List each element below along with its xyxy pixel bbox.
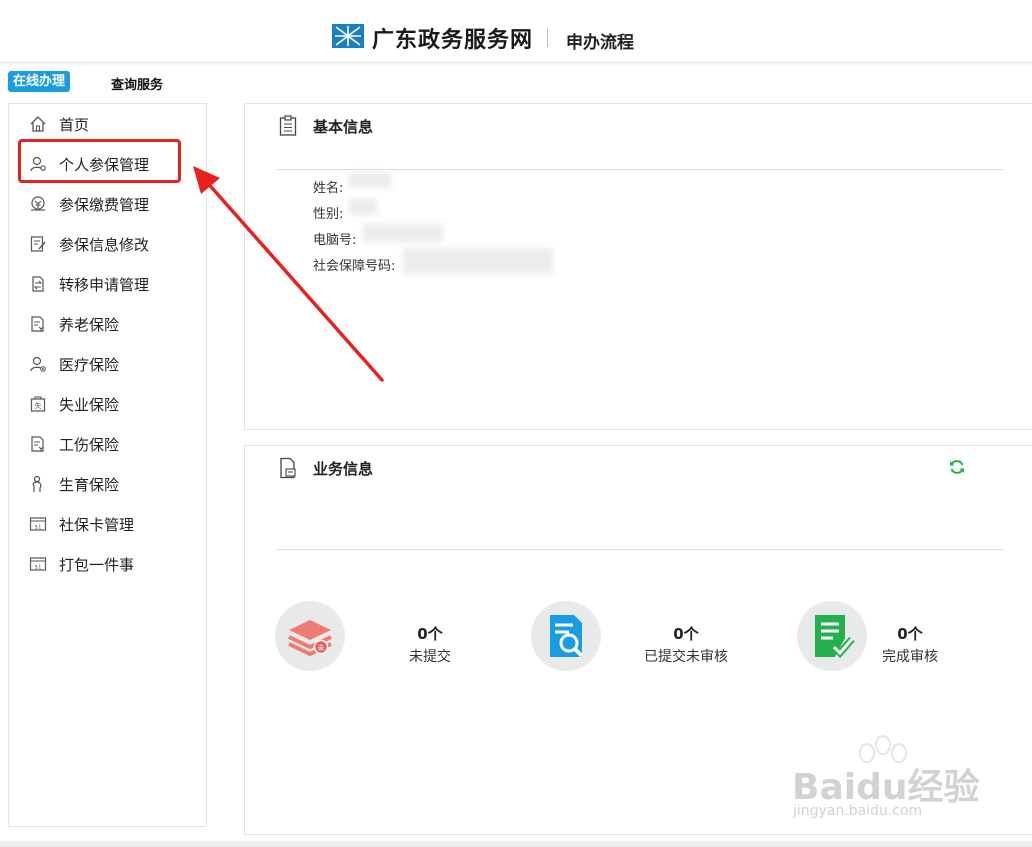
annotation-arrow [193, 166, 384, 382]
footer-bar [0, 841, 1032, 847]
watermark-url: jingyan.baidu.com [793, 803, 923, 819]
